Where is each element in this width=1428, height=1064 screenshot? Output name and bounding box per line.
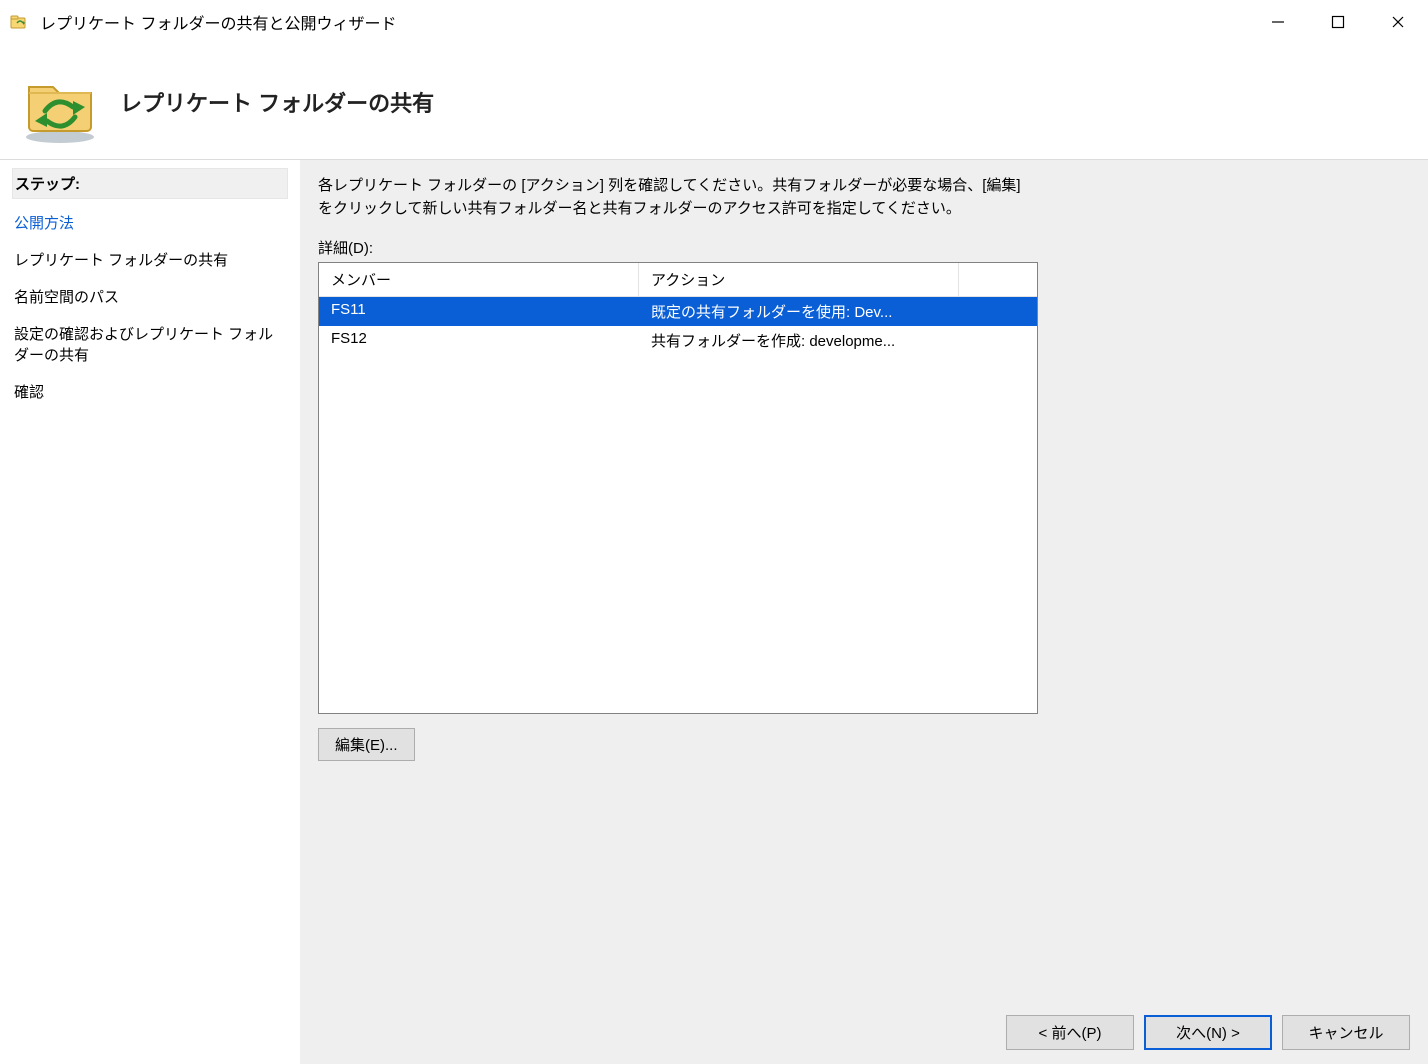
app-icon — [8, 10, 32, 34]
wizard-body: ステップ: 公開方法 レプリケート フォルダーの共有 名前空間のパス 設定の確認… — [0, 160, 1428, 1064]
listview-rows: FS11 既定の共有フォルダーを使用: Dev... FS12 共有フォルダーを… — [319, 297, 1037, 355]
maximize-button[interactable] — [1308, 0, 1368, 44]
wizard-footer: < 前へ(P) 次へ(N) > キャンセル — [1006, 1015, 1410, 1050]
next-button[interactable]: 次へ(N) > — [1144, 1015, 1272, 1050]
cancel-button[interactable]: キャンセル — [1282, 1015, 1410, 1050]
close-button[interactable] — [1368, 0, 1428, 44]
instruction-text: 各レプリケート フォルダーの [アクション] 列を確認してください。共有フォルダ… — [318, 174, 1038, 221]
cell-action: 共有フォルダーを作成: developme... — [639, 326, 959, 355]
detail-label: 詳細(D): — [318, 237, 1410, 258]
wizard-header: レプリケート フォルダーの共有 — [0, 44, 1428, 160]
step-namespace-path[interactable]: 名前空間のパス — [12, 279, 288, 316]
minimize-button[interactable] — [1248, 0, 1308, 44]
back-button[interactable]: < 前へ(P) — [1006, 1015, 1134, 1050]
steps-sidebar: ステップ: 公開方法 レプリケート フォルダーの共有 名前空間のパス 設定の確認… — [0, 160, 300, 1064]
step-replicate-folder-share[interactable]: レプリケート フォルダーの共有 — [12, 242, 288, 279]
detail-listview[interactable]: メンバー アクション FS11 既定の共有フォルダーを使用: Dev... FS… — [318, 262, 1038, 714]
page-title: レプリケート フォルダーの共有 — [120, 86, 434, 118]
step-confirm[interactable]: 確認 — [12, 374, 288, 411]
step-confirm-settings[interactable]: 設定の確認およびレプリケート フォルダーの共有 — [12, 316, 288, 374]
step-publish-method[interactable]: 公開方法 — [12, 205, 288, 242]
table-row[interactable]: FS11 既定の共有フォルダーを使用: Dev... — [319, 297, 1037, 326]
column-action[interactable]: アクション — [639, 263, 959, 296]
edit-button-row: 編集(E)... — [318, 728, 1410, 761]
table-row[interactable]: FS12 共有フォルダーを作成: developme... — [319, 326, 1037, 355]
cell-member: FS11 — [319, 297, 639, 326]
titlebar: レプリケート フォルダーの共有と公開ウィザード — [0, 0, 1428, 44]
folder-share-icon — [10, 52, 110, 152]
window-controls — [1248, 0, 1428, 44]
listview-header: メンバー アクション — [319, 263, 1037, 297]
cell-member: FS12 — [319, 326, 639, 355]
cell-action: 既定の共有フォルダーを使用: Dev... — [639, 297, 959, 326]
window-title: レプリケート フォルダーの共有と公開ウィザード — [40, 10, 1248, 34]
edit-button[interactable]: 編集(E)... — [318, 728, 415, 761]
main-pane: 各レプリケート フォルダーの [アクション] 列を確認してください。共有フォルダ… — [300, 160, 1428, 1064]
column-member[interactable]: メンバー — [319, 263, 639, 296]
steps-heading: ステップ: — [12, 168, 288, 199]
